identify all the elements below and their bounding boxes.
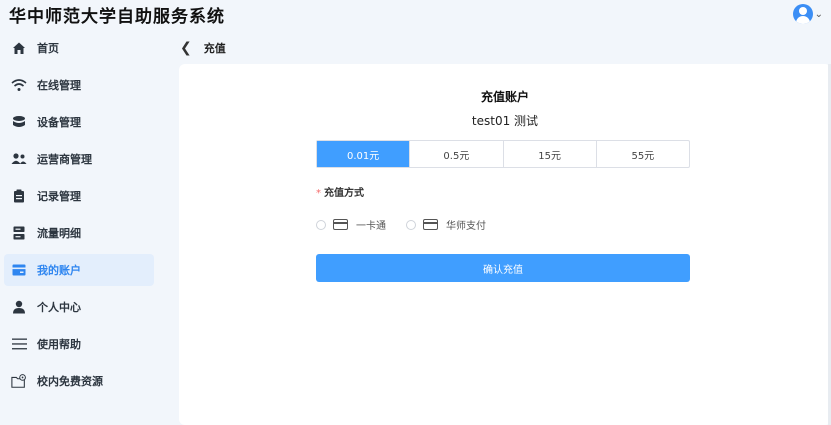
breadcrumb: ❮ 充值 [180, 38, 226, 58]
chevron-down-icon[interactable]: ⌄ [815, 9, 823, 20]
sidebar-item-free-resources[interactable]: 校内免费资源 [4, 365, 154, 397]
sidebar-item-personal-center[interactable]: 个人中心 [4, 291, 154, 323]
top-bar: 华中师范大学自助服务系统 ⌄ [0, 0, 831, 28]
required-mark: * [316, 188, 321, 199]
credit-card-icon [333, 219, 348, 230]
folder-settings-icon [11, 373, 27, 389]
sidebar-item-home[interactable]: 首页 [4, 32, 154, 64]
radio-button[interactable] [316, 219, 326, 230]
credit-card-icon [423, 219, 438, 230]
recharge-account: test01 测试 [471, 114, 539, 128]
app-title: 华中师范大学自助服务系统 [9, 6, 225, 27]
amount-selector: 0.01元 0.5元 15元 55元 [316, 140, 690, 168]
back-arrow-icon[interactable]: ❮ [180, 40, 192, 56]
wallet-icon [11, 262, 27, 278]
sidebar-item-label: 首页 [37, 42, 59, 55]
amount-option[interactable]: 55元 [595, 141, 689, 167]
sidebar-item-label: 记录管理 [37, 190, 81, 203]
sidebar-item-online[interactable]: 在线管理 [4, 69, 154, 101]
sidebar-item-label: 运营商管理 [37, 153, 92, 166]
payment-method-label: 一卡通 [356, 221, 386, 232]
recharge-title: 充值账户 [480, 90, 529, 104]
amount-option[interactable]: 0.01元 [317, 141, 410, 167]
sidebar-item-operators[interactable]: 运营商管理 [4, 143, 154, 175]
sidebar-item-records[interactable]: 记录管理 [4, 180, 154, 212]
payment-method-text: 充值方式 [324, 188, 364, 199]
sidebar-item-label: 在线管理 [37, 79, 81, 92]
breadcrumb-label: 充值 [203, 42, 226, 55]
sidebar-item-help[interactable]: 使用帮助 [4, 328, 154, 360]
wifi-icon [11, 77, 27, 93]
sidebar-item-label: 流量明细 [37, 227, 81, 240]
server-icon [11, 225, 27, 241]
amount-option[interactable]: 15元 [502, 141, 596, 167]
confirm-recharge-button[interactable]: 确认充值 [316, 254, 690, 282]
payment-method-label: 华师支付 [446, 221, 486, 232]
recharge-card: 充值账户 test01 测试 0.01元 0.5元 15元 55元 * 充值方式 … [179, 64, 831, 425]
clipboard-icon [11, 188, 27, 204]
payment-method-ccnu-pay[interactable]: 华师支付 [406, 217, 486, 232]
payment-method-label: * 充值方式 [316, 184, 364, 199]
payment-methods: 一卡通 华师支付 [316, 217, 486, 232]
menu-icon [11, 336, 27, 352]
sidebar-item-label: 校内免费资源 [37, 375, 103, 388]
sidebar-item-my-account[interactable]: 我的账户 [4, 254, 154, 286]
user-menu[interactable]: ⌄ [792, 4, 823, 24]
users-icon [11, 151, 27, 167]
user-avatar-icon[interactable] [792, 4, 813, 24]
sidebar-item-label: 使用帮助 [37, 338, 81, 351]
sidebar-item-devices[interactable]: 设备管理 [4, 106, 154, 138]
sidebar: 首页 在线管理 设备管理 运营商管理 记录管理 流量明细 我的账户 个人中心 使… [0, 30, 170, 425]
person-icon [11, 299, 27, 315]
home-icon [11, 40, 27, 56]
amount-option[interactable]: 0.5元 [409, 141, 502, 167]
sidebar-item-label: 设备管理 [37, 116, 81, 129]
radio-button[interactable] [406, 219, 416, 230]
sidebar-item-label: 个人中心 [37, 301, 81, 314]
payment-method-campus-card[interactable]: 一卡通 [316, 217, 386, 232]
sidebar-item-label: 我的账户 [37, 264, 81, 277]
sidebar-item-traffic[interactable]: 流量明细 [4, 217, 154, 249]
database-icon [11, 114, 27, 130]
